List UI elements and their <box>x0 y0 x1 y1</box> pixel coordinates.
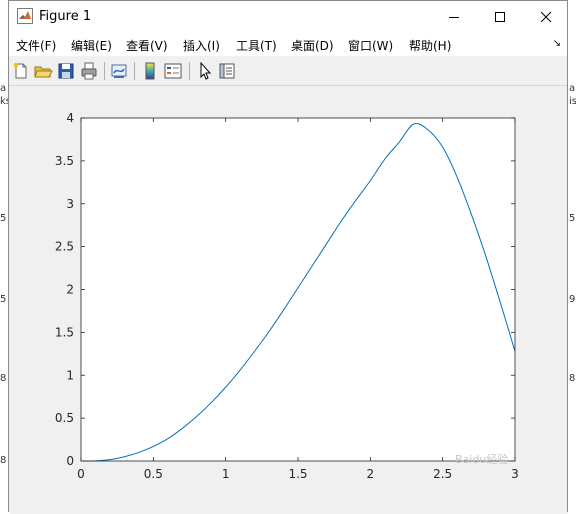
axes-background <box>81 118 515 461</box>
open-file-icon[interactable] <box>33 61 53 81</box>
x-tick-label: 2.5 <box>433 467 452 481</box>
new-figure-icon[interactable] <box>11 61 31 81</box>
x-tick-label: 3 <box>511 467 519 481</box>
close-button[interactable] <box>523 1 569 32</box>
background-text: 5 <box>0 213 7 224</box>
y-tick-label: 0.5 <box>55 411 74 425</box>
y-tick-label: 1.5 <box>55 325 74 339</box>
background-text: 8 <box>0 455 7 466</box>
pointer-icon[interactable] <box>195 61 215 81</box>
menu-edit[interactable]: 编辑(E) <box>71 37 112 54</box>
toolbar-separator <box>104 62 105 80</box>
toolbar <box>9 56 567 86</box>
menu-view[interactable]: 查看(V) <box>126 37 168 54</box>
maximize-icon <box>495 11 505 22</box>
background-text: a <box>0 83 7 94</box>
legend-icon[interactable] <box>163 61 183 81</box>
background-text: is <box>569 96 576 107</box>
menu-overflow-icon[interactable]: ↘ <box>553 38 561 49</box>
background-text: 8 <box>0 373 7 384</box>
menu-window[interactable]: 窗口(W) <box>348 37 393 54</box>
minimize-button[interactable] <box>431 1 477 32</box>
x-tick-label: 0 <box>77 467 85 481</box>
title-bar[interactable]: Figure 1 <box>9 1 567 32</box>
y-tick-label: 3.5 <box>55 154 74 168</box>
background-text: 8 <box>569 373 576 384</box>
y-tick-label: 4 <box>66 111 74 125</box>
menu-tools[interactable]: 工具(T) <box>236 37 277 54</box>
plot-axes[interactable]: 0 0.5 1 1.5 2 2.5 3 0 0.5 1 1.5 2 2.5 3 3.5 4 <box>9 86 567 512</box>
background-text: 5 <box>569 213 576 224</box>
y-tick-label: 2.5 <box>55 240 74 254</box>
background-text: 9 <box>569 294 576 305</box>
menu-file[interactable]: 文件(F) <box>16 37 56 54</box>
close-icon <box>540 11 552 22</box>
window-title: Figure 1 <box>39 9 92 24</box>
link-icon[interactable] <box>109 61 129 81</box>
figure-canvas[interactable]: 0 0.5 1 1.5 2 2.5 3 0 0.5 1 1.5 2 2.5 3 3.5 4 <box>9 86 567 512</box>
menu-desktop[interactable]: 桌面(D) <box>291 37 334 54</box>
property-inspector-icon[interactable] <box>217 61 237 81</box>
y-tick-label: 2 <box>66 283 74 297</box>
toolbar-separator <box>134 62 135 80</box>
x-tick-label: 1 <box>222 467 230 481</box>
y-tick-label: 0 <box>66 454 74 468</box>
watermark-text: Baidu经验 <box>455 453 509 466</box>
y-tick-label: 3 <box>66 197 74 211</box>
save-icon[interactable] <box>56 61 76 81</box>
x-tick-label: 0.5 <box>144 467 163 481</box>
background-text: a <box>569 83 576 94</box>
toolbar-separator <box>189 62 190 80</box>
menu-insert[interactable]: 插入(I) <box>183 37 220 54</box>
print-icon[interactable] <box>79 61 99 81</box>
menu-bar: 文件(F) 编辑(E) 查看(V) 插入(I) 工具(T) 桌面(D) 窗口(W… <box>9 32 567 56</box>
background-window-right: a is 5 9 8 <box>568 0 576 514</box>
matlab-logo-icon <box>17 8 33 24</box>
x-tick-label: 1.5 <box>288 467 307 481</box>
colorbar-icon[interactable] <box>140 61 160 81</box>
menu-help[interactable]: 帮助(H) <box>409 37 451 54</box>
y-tick-label: 1 <box>66 368 74 382</box>
minimize-icon <box>449 16 459 18</box>
x-tick-label: 2 <box>367 467 375 481</box>
figure-window: Figure 1 文件(F) 编辑(E) 查看(V) 插入(I) 工具(T) 桌… <box>8 0 568 512</box>
background-text: 5 <box>0 294 7 305</box>
maximize-button[interactable] <box>477 1 523 32</box>
